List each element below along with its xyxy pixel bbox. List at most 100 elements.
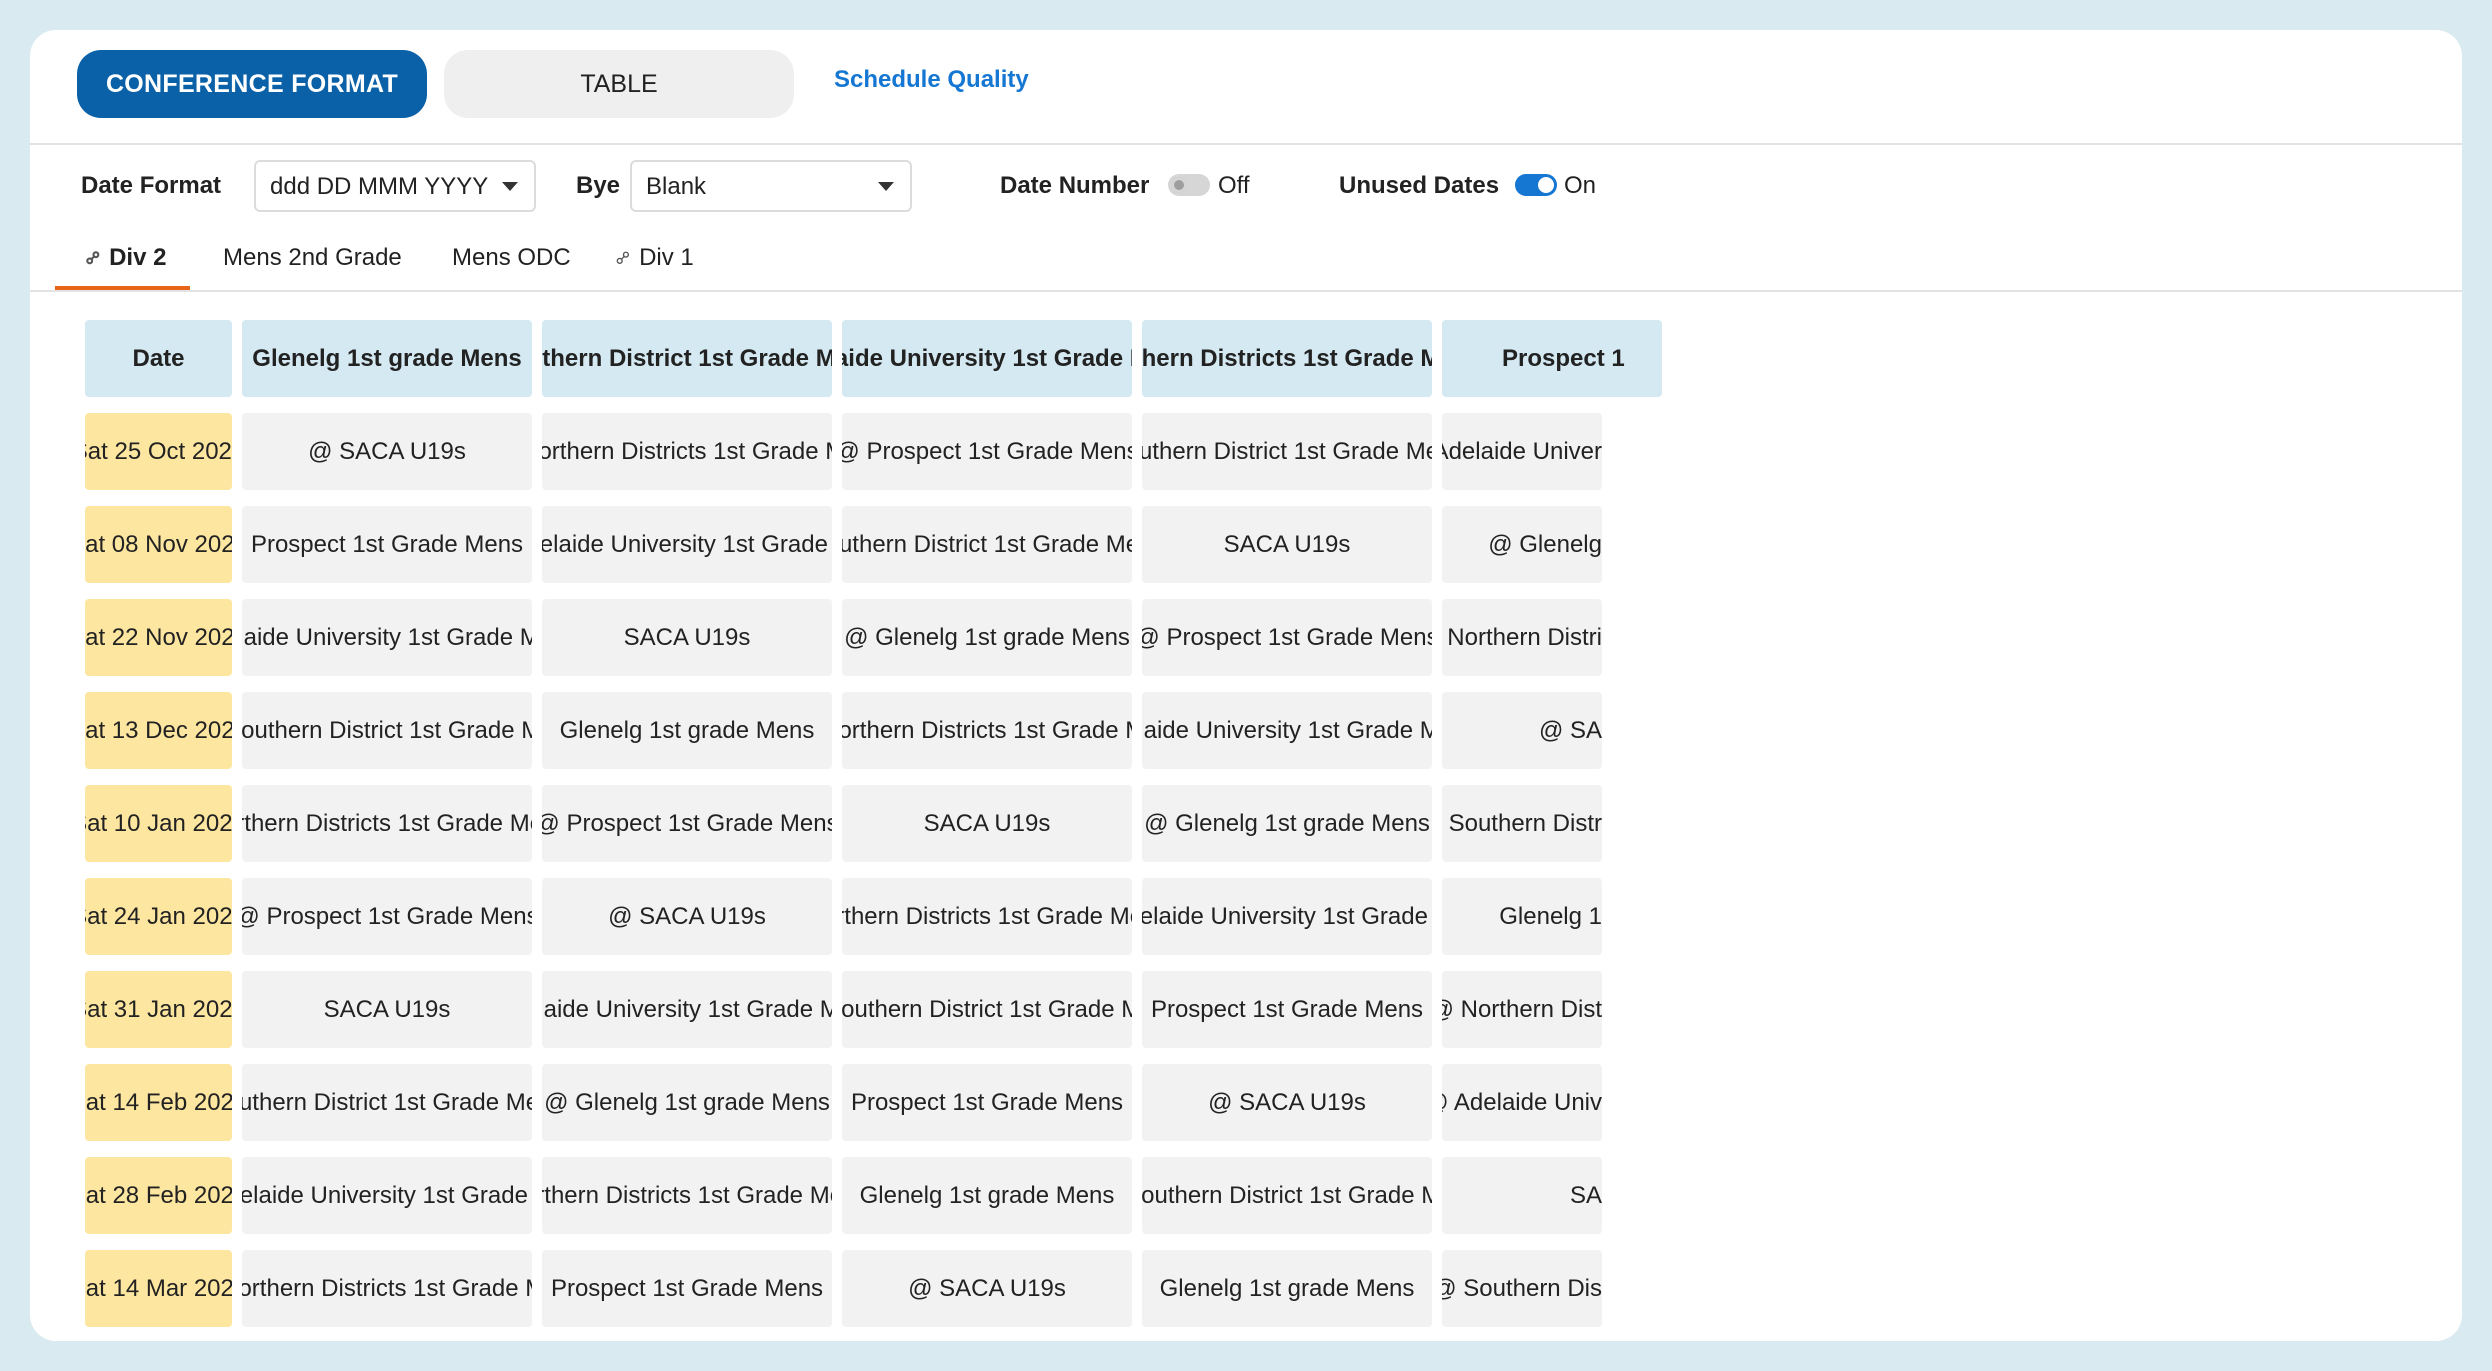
conference-format-button[interactable]: CONFERENCE FORMAT (77, 50, 427, 118)
fixture-cell[interactable]: @ Glenelg 1st grade Mens (542, 1064, 832, 1141)
fixture-cell[interactable]: @ Southern Dis (1442, 1250, 1602, 1327)
tab-mens-2nd-grade[interactable]: Mens 2nd Grade (223, 244, 402, 272)
fixture-cell[interactable]: SACA U19s (542, 599, 832, 676)
date-number-state: Off (1218, 172, 1250, 199)
tab-mens-odc[interactable]: Mens ODC (452, 244, 571, 272)
fixture-cell[interactable]: Southern Distr (1442, 785, 1602, 862)
fixture-cell[interactable]: @ SACA U19s (242, 413, 532, 490)
fixture-cell[interactable]: @ Adelaide University 1st Grade Mens (542, 506, 832, 583)
fixture-cell[interactable]: Southern District 1st Grade Mens (242, 1064, 532, 1141)
date-format-value: ddd DD MMM YYYY (270, 173, 489, 200)
fixture-cell[interactable]: @ SA (1442, 692, 1602, 769)
date-cell: Sat 25 Oct 2025 (85, 413, 232, 490)
column-header-glenelg: Glenelg 1st grade Mens (242, 320, 532, 397)
chevron-down-icon (878, 182, 894, 191)
filters-bar: Date Format ddd DD MMM YYYY Bye Blank Da… (30, 160, 2462, 214)
date-number-label: Date Number (1000, 172, 1150, 199)
fixture-cell[interactable]: @ Glenelg 1st grade Mens (842, 599, 1132, 676)
unused-dates-label: Unused Dates (1339, 172, 1500, 199)
fixture-cell[interactable]: @ Prospect 1st Grade Mens (242, 878, 532, 955)
fixture-cell[interactable]: @ Prospect 1st Grade Mens (542, 785, 832, 862)
chevron-down-icon (502, 182, 518, 191)
fixture-cell[interactable]: @ Northern Districts 1st Grade Mens (542, 413, 832, 490)
fixture-cell[interactable]: @ Adelaide University 1st Grade Mens (242, 1157, 532, 1234)
fixture-cell[interactable]: Southern District 1st Grade Mens (1142, 413, 1432, 490)
column-header-date: Date (85, 320, 232, 397)
bye-label: Bye (576, 172, 621, 199)
fixture-cell[interactable]: Northern Districts 1st Grade Mens (842, 878, 1132, 955)
table-button[interactable]: TABLE (444, 50, 794, 118)
fixture-cell[interactable]: @ Glenelg (1442, 506, 1602, 583)
link-icon: ⚯ (80, 245, 106, 271)
toggle-knob (1538, 177, 1554, 193)
tab-div-2[interactable]: ⚯ Div 2 (81, 244, 167, 272)
tab-label: Mens ODC (452, 244, 571, 271)
date-cell: Sat 14 Feb 2026 (85, 1064, 232, 1141)
fixture-cell[interactable]: @ Glenelg 1st grade Mens (1142, 785, 1432, 862)
fixture-cell[interactable]: SA (1442, 1157, 1602, 1234)
fixture-cell[interactable]: Adelaide University 1st Grade Mens (542, 971, 832, 1048)
column-header-prospect: Prospect 1 (1442, 320, 1662, 397)
fixture-cell[interactable]: Northern Districts 1st Grade Mens (242, 785, 532, 862)
fixture-cell[interactable]: Glenelg 1 (1442, 878, 1602, 955)
division-tabs: ⚯ Div 2 Mens 2nd Grade Mens ODC ⚯ Div 1 (30, 230, 2462, 292)
fixture-cell[interactable]: @ SACA U19s (542, 878, 832, 955)
date-cell: Sat 24 Jan 2026 (85, 878, 232, 955)
fixture-cell[interactable]: @ Adelaide University 1st Grade Mens (1142, 878, 1432, 955)
fixture-cell[interactable]: SACA U19s (1142, 506, 1432, 583)
top-toolbar: CONFERENCE FORMAT TABLE Schedule Quality (30, 30, 2462, 145)
column-header-northern-districts: Northern Districts 1st Grade Mens (1142, 320, 1432, 397)
date-cell: Sat 10 Jan 2026 (85, 785, 232, 862)
date-number-toggle[interactable] (1168, 174, 1210, 196)
date-cell: Sat 22 Nov 2025 (85, 599, 232, 676)
fixture-cell[interactable]: SACA U19s (242, 971, 532, 1048)
tab-label: Mens 2nd Grade (223, 244, 402, 271)
fixture-cell[interactable]: Glenelg 1st grade Mens (842, 1157, 1132, 1234)
fixture-cell[interactable]: Southern District 1st Grade Mens (842, 506, 1132, 583)
fixture-cell[interactable]: @ SACA U19s (1142, 1064, 1432, 1141)
fixture-cell[interactable]: Adelaide University 1st Grade Mens (242, 599, 532, 676)
fixture-cell[interactable]: Adelaide University 1st Grade Mens (1142, 692, 1432, 769)
tab-label: Div 2 (109, 244, 167, 271)
tab-label: Div 1 (639, 244, 694, 271)
fixture-cell[interactable]: @ Northern Districts 1st Grade Mens (842, 692, 1132, 769)
fixture-cell[interactable]: @ Adelaide Univ (1442, 1064, 1602, 1141)
column-header-southern-district: Southern District 1st Grade Mens (542, 320, 832, 397)
date-cell: Sat 13 Dec 2025 (85, 692, 232, 769)
fixture-cell[interactable]: Glenelg 1st grade Mens (542, 692, 832, 769)
date-cell: Sat 14 Mar 2026 (85, 1250, 232, 1327)
date-cell: Sat 31 Jan 2026 (85, 971, 232, 1048)
fixture-cell[interactable]: Prospect 1st Grade Mens (542, 1250, 832, 1327)
link-icon: ⚯ (610, 245, 636, 271)
fixture-cell[interactable]: Prospect 1st Grade Mens (242, 506, 532, 583)
date-format-label: Date Format (81, 172, 222, 199)
fixture-cell[interactable]: @ Southern District 1st Grade Mens (1142, 1157, 1432, 1234)
fixture-cell[interactable]: @ SACA U19s (842, 1250, 1132, 1327)
fixture-cell[interactable]: @ Southern District 1st Grade Mens (242, 692, 532, 769)
fixture-cell[interactable]: Prospect 1st Grade Mens (1142, 971, 1432, 1048)
column-header-adelaide-university: Adelaide University 1st Grade Mens (842, 320, 1132, 397)
tab-div-1[interactable]: ⚯ Div 1 (611, 244, 694, 272)
fixture-cell[interactable]: Northern Distri (1442, 599, 1602, 676)
fixture-cell[interactable]: @ Southern District 1st Grade Mens (842, 971, 1132, 1048)
date-cell: Sat 28 Feb 2026 (85, 1157, 232, 1234)
fixture-cell[interactable]: Prospect 1st Grade Mens (842, 1064, 1132, 1141)
fixture-cell[interactable]: Adelaide Univer (1442, 413, 1602, 490)
schedule-table: DateGlenelg 1st grade MensSouthern Distr… (85, 320, 2446, 1341)
date-cell: Sat 08 Nov 2025 (85, 506, 232, 583)
schedule-quality-link[interactable]: Schedule Quality (834, 66, 1029, 94)
bye-value: Blank (646, 173, 707, 200)
unused-dates-toggle[interactable] (1515, 174, 1557, 196)
schedule-card: CONFERENCE FORMAT TABLE Schedule Quality… (30, 30, 2462, 1341)
fixture-cell[interactable]: @ Northern Districts 1st Grade Mens (242, 1250, 532, 1327)
bye-select[interactable]: Blank (630, 160, 912, 212)
date-format-select[interactable]: ddd DD MMM YYYY (254, 160, 536, 212)
fixture-cell[interactable]: @ Prospect 1st Grade Mens (842, 413, 1132, 490)
fixture-cell[interactable]: Glenelg 1st grade Mens (1142, 1250, 1432, 1327)
toggle-knob (1171, 177, 1187, 193)
active-tab-indicator (55, 286, 190, 290)
fixture-cell[interactable]: SACA U19s (842, 785, 1132, 862)
fixture-cell[interactable]: Northern Districts 1st Grade Mens (542, 1157, 832, 1234)
fixture-cell[interactable]: @ Prospect 1st Grade Mens (1142, 599, 1432, 676)
fixture-cell[interactable]: @ Northern Dist (1442, 971, 1602, 1048)
